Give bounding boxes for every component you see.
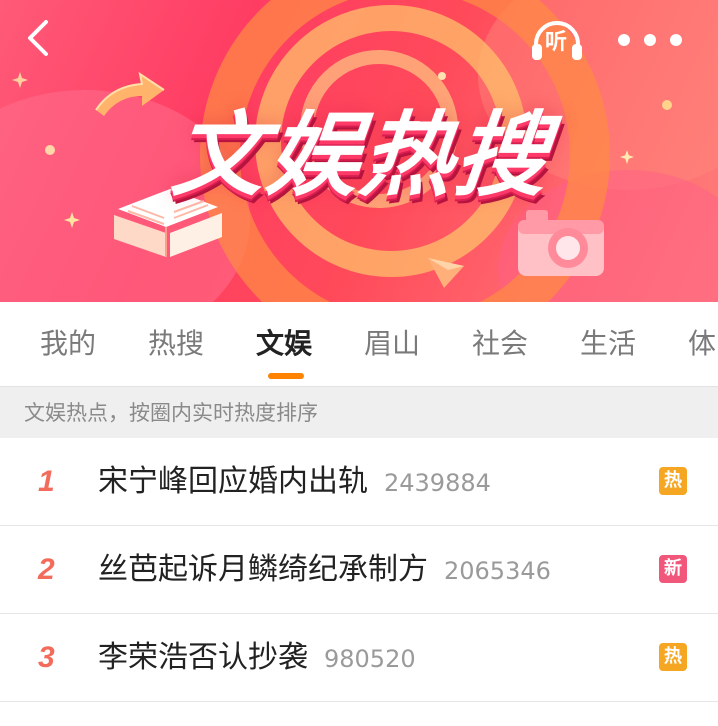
tab-sports[interactable]: 体: [688, 326, 716, 362]
category-tabs: 我的 热搜 文娱 眉山 社会 生活 体: [0, 302, 718, 386]
sparkle-icon: [438, 72, 446, 80]
tab-life[interactable]: 生活: [580, 326, 636, 362]
more-horizontal-icon[interactable]: [614, 28, 686, 52]
divider: [0, 701, 718, 702]
tab-mine[interactable]: 我的: [40, 326, 96, 362]
topic-title: 丝芭起诉月鳞绮纪承制方: [98, 552, 428, 587]
active-tab-indicator: [268, 373, 304, 379]
arrow-decoration-icon: [95, 71, 165, 116]
list-description-text: 文娱热点，按圈内实时热度排序: [24, 401, 318, 425]
tab-entertainment[interactable]: 文娱: [256, 326, 312, 362]
banner-title: 文娱热搜: [167, 102, 555, 209]
heat-count: 2439884: [384, 469, 491, 497]
tab-meishan[interactable]: 眉山: [364, 326, 420, 362]
cone-decoration-icon: [428, 258, 464, 288]
sparkle-icon: [64, 212, 80, 228]
sparkle-icon: [662, 100, 672, 110]
banner: 文娱热搜 听: [0, 0, 718, 302]
rank-number: 1: [38, 465, 55, 498]
listen-button[interactable]: 听: [528, 20, 586, 64]
sparkle-icon: [45, 145, 55, 155]
camera-icon: [518, 210, 604, 276]
tab-society[interactable]: 社会: [472, 326, 528, 362]
sparkle-icon: [620, 150, 634, 164]
new-badge: 新: [659, 555, 687, 583]
topic-title: 李荣浩否认抄袭: [98, 640, 308, 675]
rank-number: 3: [38, 641, 55, 674]
topic-title: 宋宁峰回应婚内出轨: [98, 464, 368, 499]
tab-hot-search[interactable]: 热搜: [148, 326, 204, 362]
topic-title-line: 丝芭起诉月鳞绮纪承制方 2065346: [98, 550, 551, 591]
heat-count: 980520: [324, 645, 416, 673]
list-item[interactable]: 3 李荣浩否认抄袭 980520 热: [0, 614, 718, 702]
list-description: 文娱热点，按圈内实时热度排序: [0, 386, 718, 439]
list-item[interactable]: 1 宋宁峰回应婚内出轨 2439884 热: [0, 438, 718, 526]
topic-title-line: 李荣浩否认抄袭 980520: [98, 638, 416, 679]
listen-label: 听: [545, 30, 568, 55]
hot-badge: 热: [659, 467, 687, 495]
chevron-left-icon[interactable]: [18, 18, 58, 58]
heat-count: 2065346: [444, 557, 551, 585]
hot-badge: 热: [659, 643, 687, 671]
list-item[interactable]: 2 丝芭起诉月鳞绮纪承制方 2065346 新: [0, 526, 718, 614]
sparkle-icon: [12, 72, 28, 88]
topic-title-line: 宋宁峰回应婚内出轨 2439884: [98, 462, 491, 503]
rank-number: 2: [38, 553, 55, 586]
